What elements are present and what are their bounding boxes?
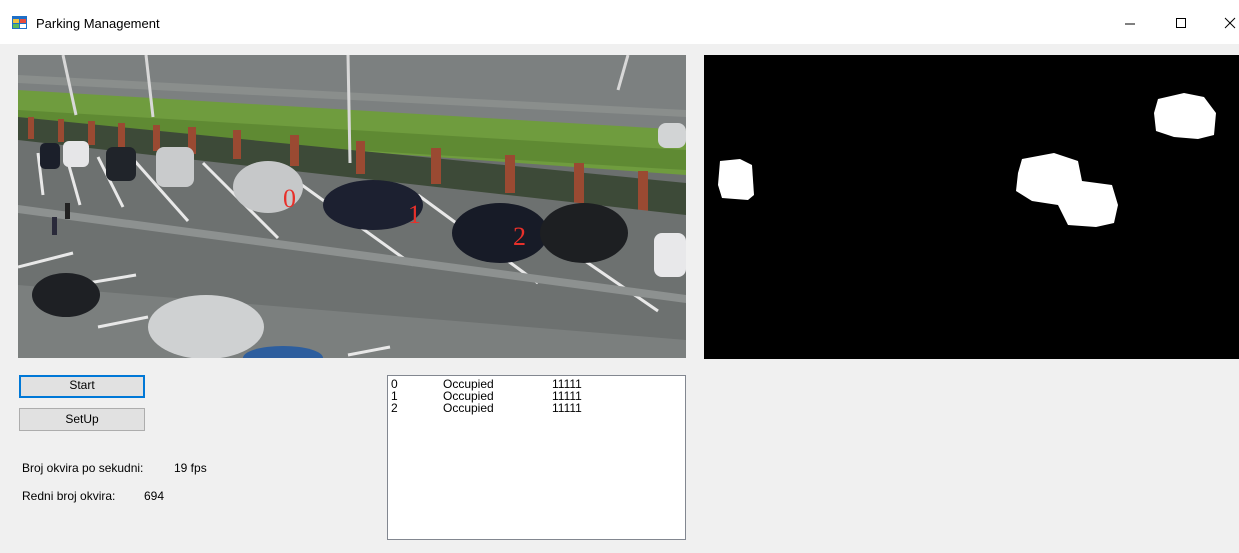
parking-lot-image: 0 1 2 xyxy=(18,55,686,358)
spot-id: 2 xyxy=(391,401,398,415)
window-title: Parking Management xyxy=(36,16,160,31)
setup-button[interactable]: SetUp xyxy=(19,408,145,431)
close-button[interactable] xyxy=(1207,8,1239,38)
title-bar: Parking Management xyxy=(0,0,1239,44)
spot-code: 11111 xyxy=(552,401,582,415)
frame-number-value: 694 xyxy=(144,489,165,503)
spot-label-0: 0 xyxy=(283,184,296,213)
fps-value: 19 fps xyxy=(174,461,207,475)
maximize-button[interactable] xyxy=(1158,8,1204,38)
close-icon xyxy=(1224,17,1236,29)
list-item[interactable]: 2 Occupied 11111 xyxy=(388,402,685,414)
maximize-icon xyxy=(1176,18,1186,28)
app-window-icon xyxy=(12,16,27,29)
spot-status: Occupied xyxy=(443,401,494,415)
minimize-button[interactable] xyxy=(1107,8,1153,38)
camera-feed: 0 1 2 xyxy=(18,55,686,358)
parking-spots-list[interactable]: 0 Occupied 11111 1 Occupied 11111 2 Occu… xyxy=(387,375,686,540)
frame-number-label: Redni broj okvira: xyxy=(22,489,116,503)
list-item[interactable]: 1 Occupied 11111 xyxy=(388,390,685,402)
mask-view xyxy=(704,55,1239,359)
list-item[interactable]: 0 Occupied 11111 xyxy=(388,378,685,390)
fps-label: Broj okvira po sekudni: xyxy=(22,461,144,475)
minimize-icon xyxy=(1125,23,1135,25)
spot-label-2: 2 xyxy=(513,222,526,251)
mask-image xyxy=(718,93,1216,227)
start-button[interactable]: Start xyxy=(19,375,145,398)
spot-label-1: 1 xyxy=(408,200,421,229)
